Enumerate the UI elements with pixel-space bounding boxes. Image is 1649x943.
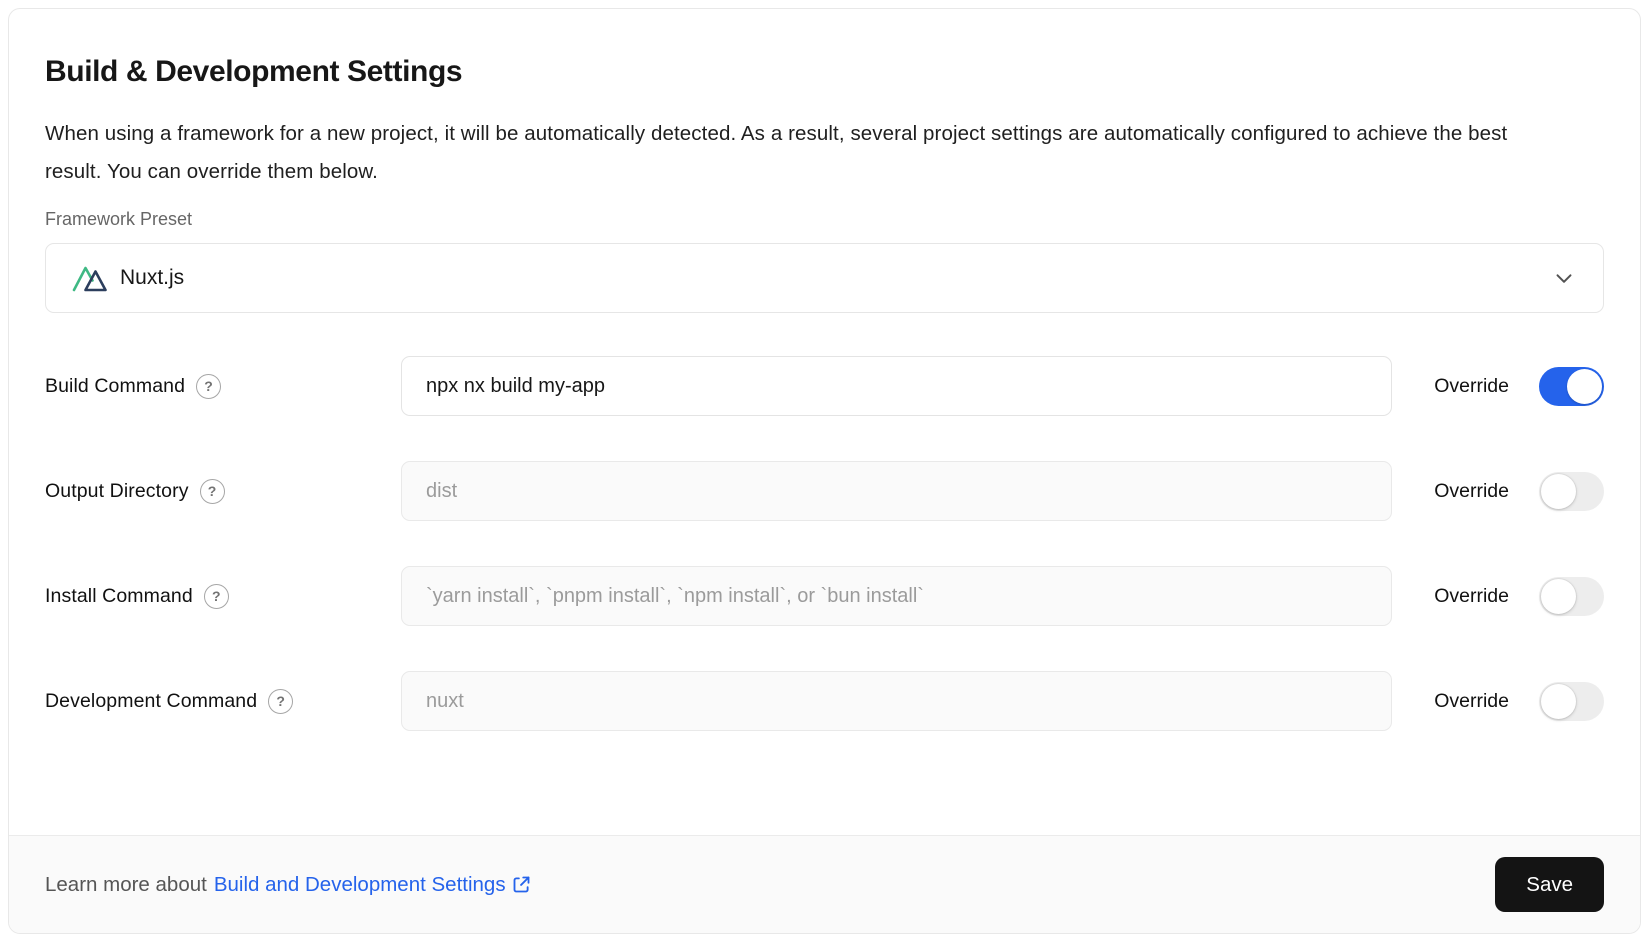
output-directory-row: Output Directory ? Override [45,461,1604,521]
save-button[interactable]: Save [1495,857,1604,912]
nuxtjs-logo-icon [72,263,108,293]
card-body: Build & Development Settings When using … [9,9,1640,835]
help-icon[interactable]: ? [196,374,221,399]
external-link-icon [511,874,532,895]
framework-preset-label: Framework Preset [45,209,1604,230]
build-command-override-toggle[interactable] [1539,367,1604,406]
development-command-label: Development Command [45,690,257,713]
help-icon[interactable]: ? [200,479,225,504]
help-icon[interactable]: ? [268,689,293,714]
install-command-row: Install Command ? Override [45,566,1604,626]
install-command-override-toggle[interactable] [1539,577,1604,616]
output-directory-label: Output Directory [45,480,189,503]
development-command-override-toggle[interactable] [1539,682,1604,721]
framework-selected-value: Nuxt.js [120,266,184,290]
toggle-knob [1567,369,1602,404]
settings-rows: Build Command ? Override Output Director… [45,356,1604,731]
build-command-row: Build Command ? Override [45,356,1604,416]
build-command-input[interactable] [401,356,1392,416]
toggle-knob [1541,684,1576,719]
install-command-input[interactable] [401,566,1392,626]
chevron-down-icon [1551,265,1577,291]
section-title: Build & Development Settings [45,55,1604,89]
build-command-label: Build Command [45,375,185,398]
install-command-label: Install Command [45,585,193,608]
toggle-knob [1541,579,1576,614]
output-directory-input[interactable] [401,461,1392,521]
build-settings-card: Build & Development Settings When using … [8,8,1641,934]
build-settings-docs-link[interactable]: Build and Development Settings [214,873,532,897]
development-command-row: Development Command ? Override [45,671,1604,731]
learn-more-text: Learn more about [45,873,207,897]
override-label: Override [1434,375,1509,398]
override-label: Override [1434,480,1509,503]
override-label: Override [1434,585,1509,608]
override-label: Override [1434,690,1509,713]
section-description: When using a framework for a new project… [45,115,1515,191]
help-icon[interactable]: ? [204,584,229,609]
output-directory-override-toggle[interactable] [1539,472,1604,511]
framework-preset-select[interactable]: Nuxt.js [45,243,1604,313]
development-command-input[interactable] [401,671,1392,731]
card-footer: Learn more about Build and Development S… [9,835,1640,933]
toggle-knob [1541,474,1576,509]
